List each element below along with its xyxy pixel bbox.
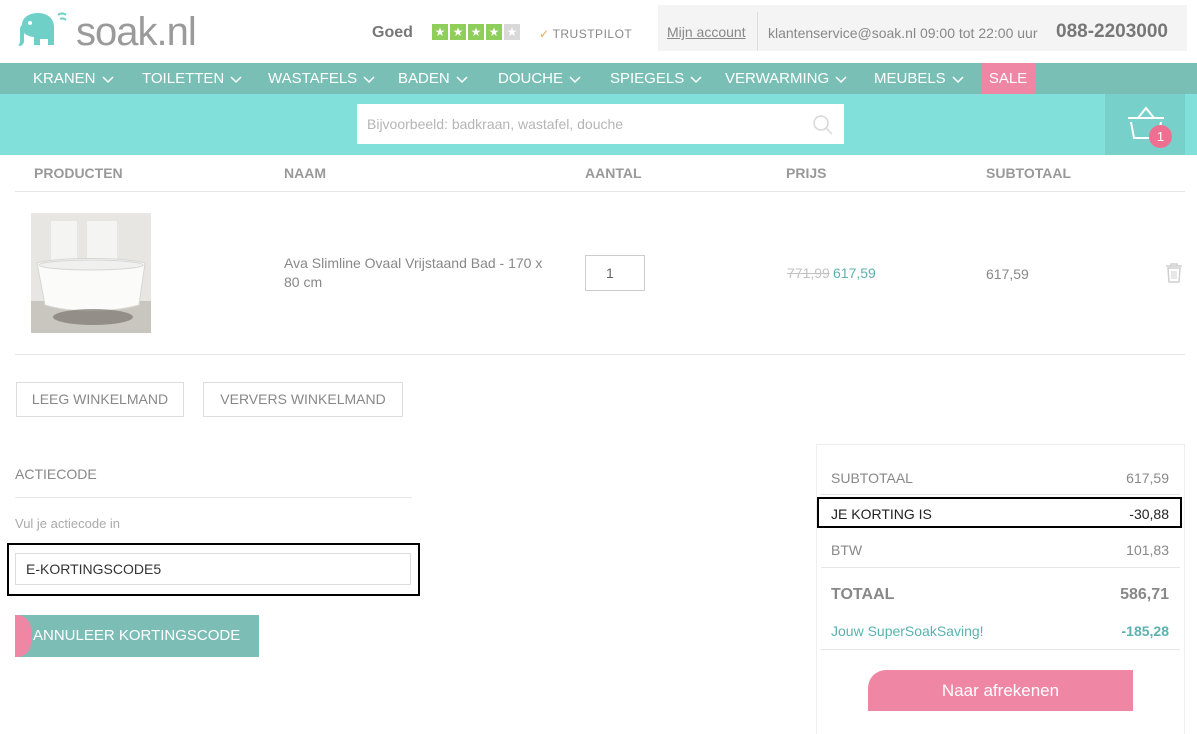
chevron-down-icon	[101, 75, 114, 83]
subtotal-value: 617,59	[1126, 470, 1169, 486]
nav-item-toiletten[interactable]: TOILETTEN	[142, 63, 242, 94]
chevron-down-icon	[363, 75, 375, 83]
divider	[15, 354, 1185, 355]
nav-item-meubels[interactable]: MEUBELS	[874, 63, 964, 94]
logo-text: soak.nl	[76, 9, 197, 54]
actiecode-input[interactable]	[15, 553, 411, 585]
nav-item-kranen[interactable]: KRANEN	[33, 63, 114, 94]
total-label: TOTAAL	[831, 586, 895, 603]
chevron-down-icon	[952, 75, 964, 83]
page: soak.nl Goed ★ ★ ★ ★ ★ ✓ TRUSTPILOT Mijn …	[0, 0, 1197, 734]
nav-item-wastafels[interactable]: WASTAFELS	[268, 63, 375, 94]
star-icon: ★	[450, 24, 466, 40]
quantity-input[interactable]	[585, 255, 645, 291]
nav-label: BADEN	[398, 70, 450, 87]
price: 617,59	[833, 265, 876, 281]
trustpilot-stars: ★ ★ ★ ★ ★	[432, 24, 520, 40]
cart-count-badge: 1	[1149, 125, 1172, 148]
refresh-cart-button[interactable]: VERVERS WINKELMAND	[203, 382, 403, 417]
product-name[interactable]: Ava Slimline Ovaal Vrijstaand Bad - 170 …	[284, 254, 554, 292]
trustpilot-logo: ✓ TRUSTPILOT	[539, 27, 632, 41]
top-bar: soak.nl Goed ★ ★ ★ ★ ★ ✓ TRUSTPILOT Mijn …	[0, 0, 1197, 63]
nav-label: MEUBELS	[874, 70, 946, 87]
nav-item-douche[interactable]: DOUCHE	[498, 63, 581, 94]
rating-label: Goed	[372, 24, 413, 41]
nav-item-spiegels[interactable]: SPIEGELS	[610, 63, 702, 94]
actiecode-hint: Vul je actiecode in	[15, 516, 121, 531]
nav-item-verwarming[interactable]: VERWARMING	[725, 63, 847, 94]
star-icon: ★	[432, 24, 448, 40]
actiecode-title: ACTIECODE	[15, 466, 97, 482]
search-icon[interactable]	[812, 114, 834, 136]
trustpilot-label: TRUSTPILOT	[552, 27, 633, 41]
phone-number: 088-2203000	[1056, 21, 1168, 42]
my-account-link[interactable]: Mijn account	[667, 24, 746, 40]
nav-item-sale[interactable]: SALE	[981, 63, 1035, 94]
row-subtotal: 617,59	[986, 266, 1029, 282]
chevron-down-icon	[230, 75, 242, 83]
nav-item-baden[interactable]: BADEN	[398, 63, 468, 94]
checkout-button[interactable]: Naar afrekenen	[868, 670, 1133, 711]
btw-value: 101,83	[1126, 542, 1169, 558]
divider	[821, 494, 1180, 495]
chevron-down-icon	[835, 75, 847, 83]
saving-label: Jouw SuperSoakSaving!	[831, 623, 984, 639]
logo[interactable]: soak.nl	[14, 9, 197, 54]
bathtub-image	[31, 213, 151, 333]
chevron-down-icon	[456, 75, 468, 83]
nav-label: VERWARMING	[725, 70, 830, 87]
nav-label: WASTAFELS	[268, 70, 358, 87]
empty-cart-button[interactable]: LEEG WINKELMAND	[16, 382, 184, 417]
elephant-logo-icon	[18, 12, 67, 46]
col-header-quantity: AANTAL	[585, 165, 642, 181]
divider	[15, 191, 1185, 192]
nav-label: DOUCHE	[498, 70, 564, 87]
subtotal-label: SUBTOTAAL	[831, 470, 913, 486]
chevron-down-icon	[569, 75, 581, 83]
divider	[15, 497, 412, 498]
customer-service-text: klantenservice@soak.nl 09:00 tot 22:00 u…	[768, 25, 1038, 41]
col-header-subtotal: SUBTOTAAL	[986, 165, 1072, 181]
cancel-discount-label: ANNULEER KORTINGSCODE	[33, 627, 241, 644]
discount-label: JE KORTING IS	[831, 506, 932, 522]
col-header-products: PRODUCTEN	[34, 165, 123, 181]
col-header-price: PRIJS	[786, 165, 827, 181]
button-accent	[15, 615, 31, 657]
star-empty-icon: ★	[504, 24, 520, 40]
product-image[interactable]	[31, 213, 151, 333]
col-header-name: NAAM	[284, 165, 326, 181]
old-price: 771,99	[787, 265, 830, 281]
chevron-down-icon	[690, 75, 702, 83]
discount-value: -30,88	[1129, 506, 1169, 522]
search-input[interactable]	[357, 104, 844, 144]
divider	[821, 649, 1180, 650]
trustpilot-icon: ✓	[539, 27, 550, 41]
star-icon: ★	[486, 24, 502, 40]
saving-value: -185,28	[1121, 623, 1169, 639]
main-nav: KRANEN TOILETTEN WASTAFELS BADEN DOUCHE …	[0, 63, 1197, 94]
trash-icon[interactable]	[1164, 262, 1184, 284]
cancel-discount-button[interactable]: ANNULEER KORTINGSCODE	[15, 615, 259, 657]
nav-label: SPIEGELS	[610, 70, 685, 87]
star-icon: ★	[468, 24, 484, 40]
total-value: 586,71	[1120, 586, 1169, 603]
btw-label: BTW	[831, 542, 863, 558]
divider	[821, 567, 1180, 568]
nav-label: KRANEN	[33, 70, 96, 87]
divider	[757, 12, 758, 50]
nav-label: TOILETTEN	[142, 70, 225, 87]
